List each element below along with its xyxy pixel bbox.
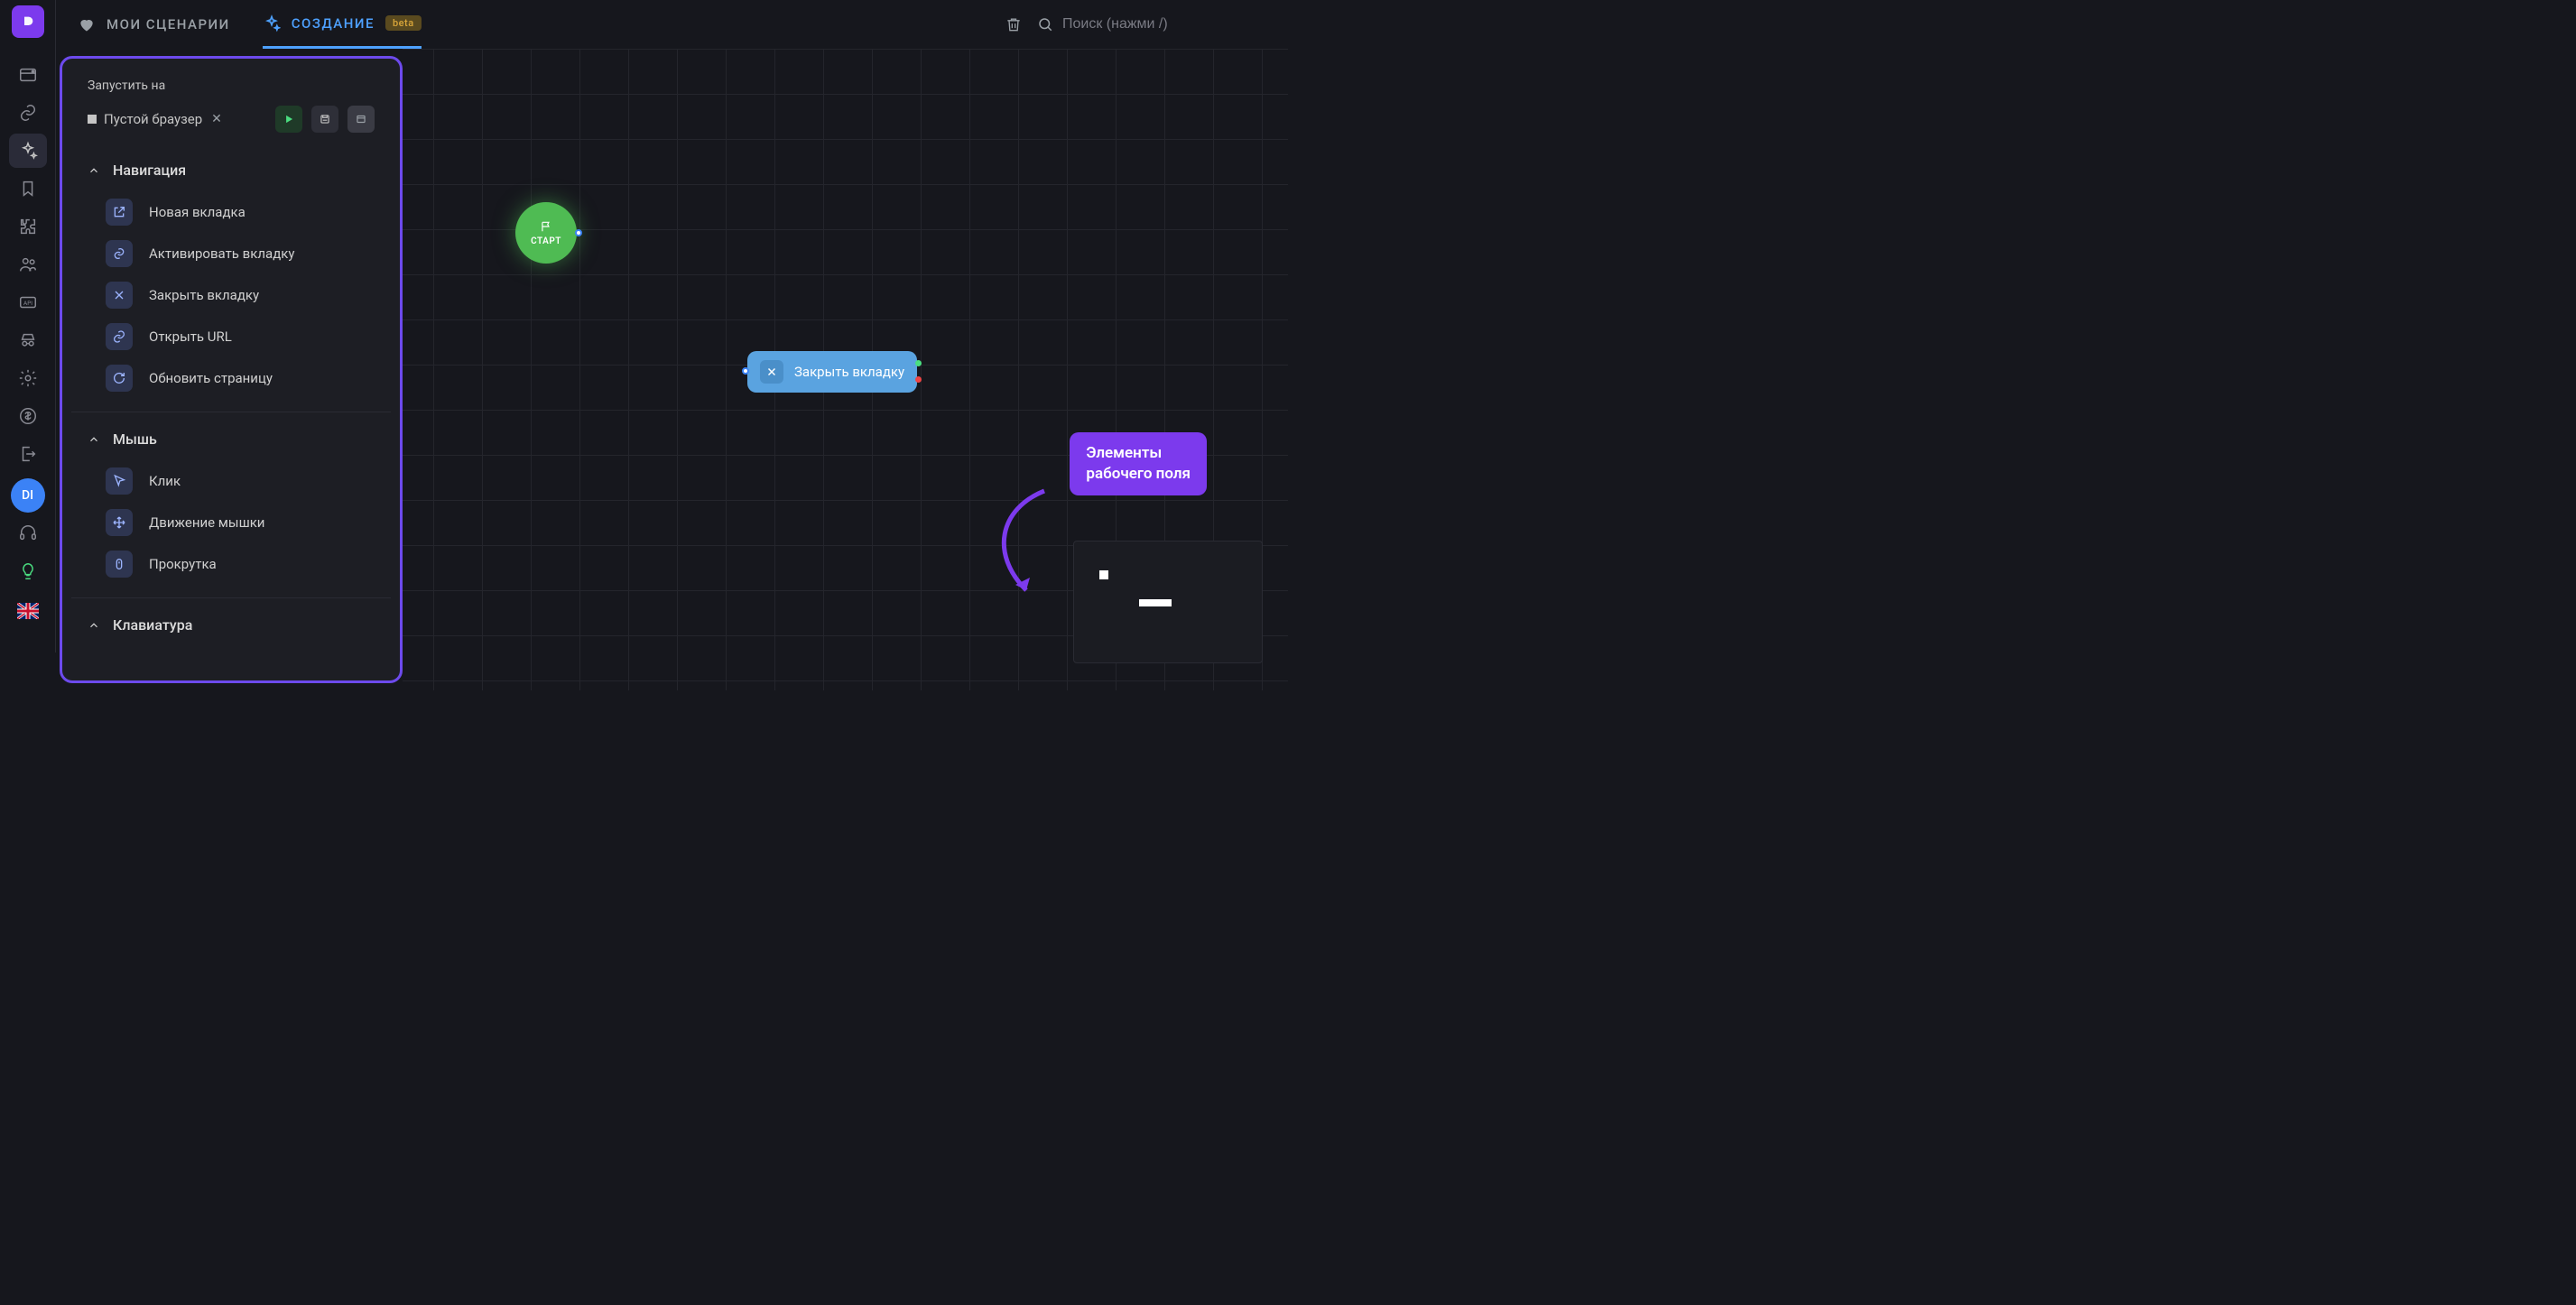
action-activate-tab[interactable]: Активировать вкладку <box>88 233 375 274</box>
trash-button[interactable] <box>999 10 1028 39</box>
icon-sidebar: API DI <box>0 0 56 652</box>
topbar: МОИ СЦЕНАРИИ СОЗДАНИЕ beta <box>56 0 1288 49</box>
app-logo[interactable] <box>12 5 44 38</box>
action-new-tab[interactable]: Новая вкладка <box>88 191 375 233</box>
language-flag-uk[interactable] <box>17 603 39 619</box>
action-reload[interactable]: Обновить страницу <box>88 357 375 399</box>
link-icon[interactable] <box>9 96 47 130</box>
svg-text:API: API <box>23 300 32 307</box>
search-input[interactable] <box>1062 16 1261 32</box>
save-icon <box>319 113 331 125</box>
close-icon <box>760 360 783 384</box>
run-button[interactable] <box>275 106 302 133</box>
action-label: Новая вкладка <box>149 204 246 220</box>
callout-tooltip: Элементы рабочего поля <box>1070 432 1207 495</box>
heart-icon <box>78 15 96 33</box>
browsers-icon[interactable] <box>9 58 47 92</box>
layout-button[interactable] <box>347 106 375 133</box>
support-icon[interactable] <box>9 516 47 551</box>
minimap-start-marker <box>1099 570 1108 579</box>
callout-arrow <box>981 482 1062 599</box>
tab-label: СОЗДАНИЕ <box>292 15 375 32</box>
play-icon <box>283 113 295 125</box>
flag-icon <box>540 220 552 233</box>
section-title: Мышь <box>113 430 157 448</box>
action-click[interactable]: Клик <box>88 460 375 502</box>
close-tab-node[interactable]: Закрыть вкладку <box>747 351 917 393</box>
cursor-icon <box>106 467 133 495</box>
action-label: Клик <box>149 473 181 489</box>
action-mouse-move[interactable]: Движение мышки <box>88 502 375 543</box>
api-icon[interactable]: API <box>9 285 47 319</box>
chevron-up-icon <box>88 619 100 632</box>
action-label: Прокрутка <box>149 556 217 572</box>
canvas[interactable]: СТАРТ Закрыть вкладку Элементы рабочего … <box>403 49 1288 690</box>
team-icon[interactable] <box>9 247 47 282</box>
incognito-icon[interactable] <box>9 323 47 357</box>
minimap-block-marker <box>1139 599 1172 606</box>
url-icon <box>106 323 133 350</box>
tab-label: МОИ СЦЕНАРИИ <box>107 16 230 32</box>
run-on-label: Запустить на <box>88 79 375 93</box>
action-label: Обновить страницу <box>149 370 273 386</box>
action-scroll[interactable]: Прокрутка <box>88 543 375 585</box>
browser-chip-label: Пустой браузер <box>104 111 202 127</box>
move-icon <box>106 509 133 536</box>
block-node-label: Закрыть вкладку <box>794 364 904 380</box>
action-label: Закрыть вкладку <box>149 287 259 303</box>
browser-chip-close[interactable]: ✕ <box>211 112 222 126</box>
section-mouse[interactable]: Мышь <box>88 425 375 460</box>
port-in[interactable] <box>742 367 749 375</box>
create-icon[interactable] <box>9 134 47 168</box>
action-open-url[interactable]: Открыть URL <box>88 316 375 357</box>
action-close-tab[interactable]: Закрыть вкладку <box>88 274 375 316</box>
browser-chip-icon <box>88 115 97 124</box>
search-box[interactable] <box>1037 16 1261 32</box>
chevron-up-icon <box>88 164 100 177</box>
layout-icon <box>355 113 367 125</box>
avatar[interactable]: DI <box>11 478 45 513</box>
actions-panel: Запустить на Пустой браузер ✕ <box>60 56 403 683</box>
scroll-icon <box>106 551 133 578</box>
gear-icon[interactable] <box>9 361 47 395</box>
save-button[interactable] <box>311 106 338 133</box>
beta-badge: beta <box>385 15 422 31</box>
chain-icon <box>106 240 133 267</box>
search-icon <box>1037 16 1053 32</box>
action-label: Активировать вкладку <box>149 245 294 262</box>
section-navigation[interactable]: Навигация <box>88 156 375 191</box>
start-node-label: СТАРТ <box>531 236 561 246</box>
section-title: Навигация <box>113 162 186 179</box>
port-error[interactable] <box>915 376 922 383</box>
chevron-up-icon <box>88 433 100 446</box>
action-label: Открыть URL <box>149 329 232 345</box>
callout-line2: рабочего поля <box>1086 464 1191 485</box>
external-icon <box>106 199 133 226</box>
billing-icon[interactable] <box>9 399 47 433</box>
trash-icon <box>1005 15 1023 33</box>
minimap[interactable] <box>1073 541 1263 663</box>
callout-line1: Элементы <box>1086 443 1191 464</box>
tab-create[interactable]: СОЗДАНИЕ beta <box>263 0 422 49</box>
logout-icon[interactable] <box>9 437 47 471</box>
section-keyboard[interactable]: Клавиатура <box>88 611 375 646</box>
browser-chip[interactable]: Пустой браузер ✕ <box>88 111 222 127</box>
tab-my-scenarios[interactable]: МОИ СЦЕНАРИИ <box>78 0 230 49</box>
reload-icon <box>106 365 133 392</box>
port-success[interactable] <box>915 360 922 366</box>
sparkle-icon <box>263 14 281 32</box>
idea-icon[interactable] <box>9 554 47 588</box>
close-icon <box>106 282 133 309</box>
section-title: Клавиатура <box>113 616 192 634</box>
puzzle-icon[interactable] <box>9 209 47 244</box>
action-label: Движение мышки <box>149 514 264 531</box>
port-out[interactable] <box>575 229 582 236</box>
bookmark-icon[interactable] <box>9 171 47 206</box>
start-node[interactable]: СТАРТ <box>515 202 577 264</box>
